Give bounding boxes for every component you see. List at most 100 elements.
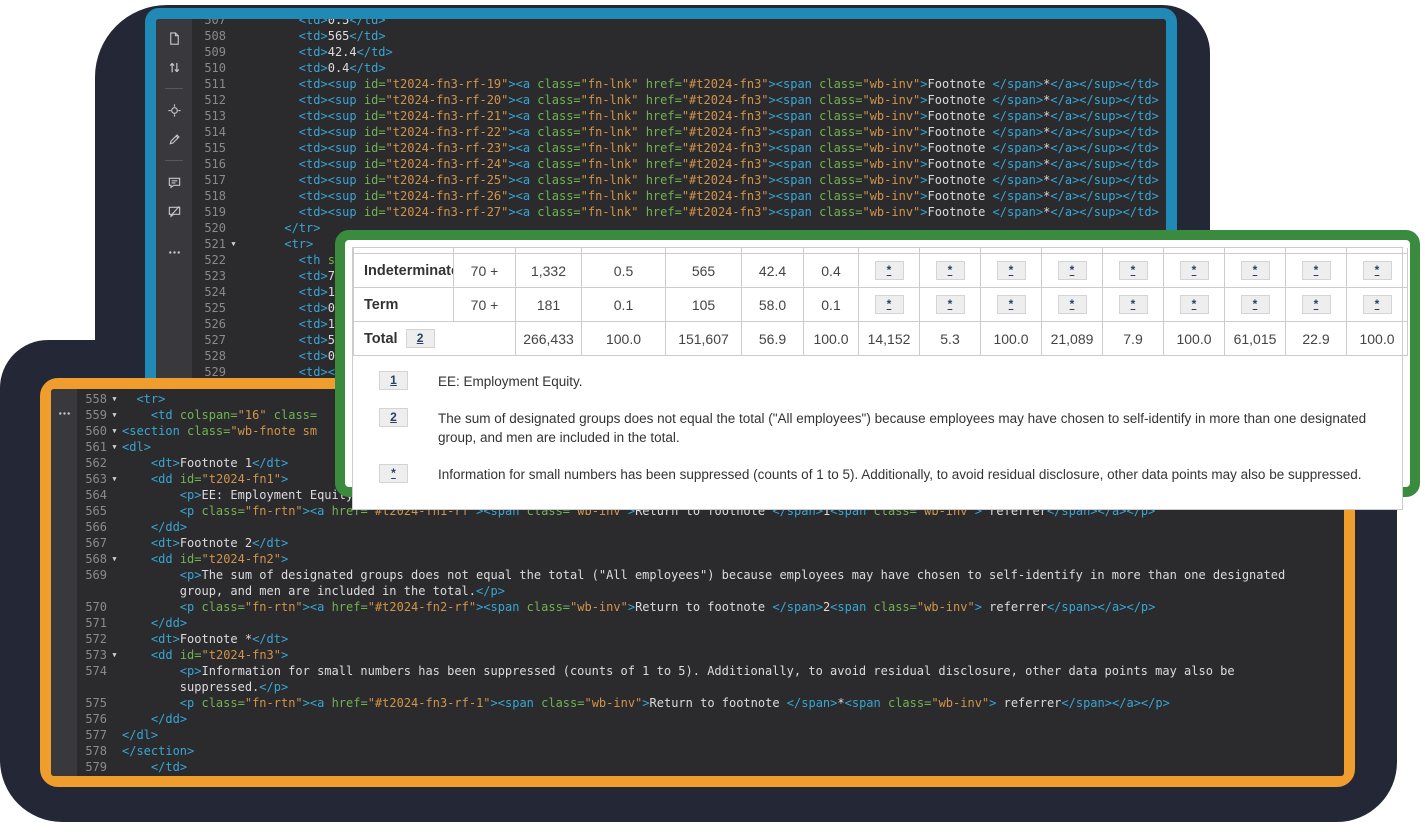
fold-spacer xyxy=(107,567,122,583)
line-number: 507 xyxy=(192,19,226,28)
sort-icon[interactable] xyxy=(164,57,184,77)
footnote-text: EE: Employment Equity. xyxy=(438,370,583,392)
code-line: 579 </td> xyxy=(77,759,1344,775)
fold-spacer xyxy=(226,188,241,204)
rendered-table-panel: Indeterminate70 +1,3320.556542.40.4*****… xyxy=(335,230,1420,497)
fold-spacer xyxy=(107,727,122,743)
footnote-asterisk-link[interactable]: * xyxy=(936,261,965,280)
code-text: <tr> xyxy=(122,391,165,407)
fold-spacer xyxy=(107,695,122,711)
fold-spacer xyxy=(107,615,122,631)
table-row: Term70 +1810.110558.00.1********* xyxy=(354,288,1408,322)
fold-spacer xyxy=(107,759,122,775)
comments-off-icon[interactable] xyxy=(164,201,184,221)
code-line: 567 <dt>Footnote 2</dt> xyxy=(77,535,1344,551)
fold-spacer xyxy=(226,204,241,220)
code-line: 575 <p class="fn-rtn"><a href="#t2024-fn… xyxy=(77,695,1344,711)
footnote-asterisk-link[interactable]: * xyxy=(1119,295,1148,314)
footnote-asterisk-link[interactable]: * xyxy=(875,261,904,280)
inspect-icon[interactable] xyxy=(164,100,184,120)
fold-arrow-icon[interactable]: ▼ xyxy=(107,391,122,407)
code-line: 576 </dd> xyxy=(77,711,1344,727)
line-number: 517 xyxy=(192,172,226,188)
more-icon[interactable] xyxy=(54,403,74,423)
footnote-asterisk-link[interactable]: * xyxy=(1302,295,1331,314)
code-text: <td><sup id="t2024-fn3-rf-23"><a class="… xyxy=(241,140,1159,156)
table-cell: 100.0 xyxy=(804,322,859,356)
file-icon[interactable] xyxy=(164,28,184,48)
code-text: <dl> xyxy=(122,439,151,455)
fold-spacer xyxy=(107,631,122,647)
footnote-asterisk-link[interactable]: * xyxy=(1363,261,1392,280)
code-text: <td>42.4</td> xyxy=(241,44,393,60)
code-line: 511 <td><sup id="t2024-fn3-rf-19"><a cla… xyxy=(192,76,1166,92)
footnote-asterisk-link[interactable]: * xyxy=(1241,261,1270,280)
table-cell: 565 xyxy=(666,254,742,288)
table-cell: 70 + xyxy=(454,288,516,322)
footnote-asterisk-link[interactable]: * xyxy=(1058,295,1087,314)
composite-screenshot: 507 <td>0.5</td>508 <td>565</td>509 <td>… xyxy=(0,0,1425,838)
fold-spacer xyxy=(226,300,241,316)
line-number: 569 xyxy=(77,567,107,583)
footnote-text: The sum of designated groups does not eq… xyxy=(438,407,1388,448)
footnote-asterisk-link[interactable]: * xyxy=(936,295,965,314)
code-line: 508 <td>565</td> xyxy=(192,28,1166,44)
fold-arrow-icon[interactable]: ▼ xyxy=(107,439,122,455)
row-header: Indeterminate xyxy=(354,254,454,288)
line-number: 511 xyxy=(192,76,226,92)
fold-spacer xyxy=(107,711,122,727)
fold-arrow-icon[interactable]: ▼ xyxy=(107,471,122,487)
fold-arrow-icon[interactable]: ▼ xyxy=(107,551,122,567)
footnote-asterisk-link[interactable]: * xyxy=(1058,261,1087,280)
comment-icon[interactable] xyxy=(164,172,184,192)
fold-arrow-icon[interactable]: ▼ xyxy=(226,236,241,252)
code-line: 516 <td><sup id="t2024-fn3-rf-24"><a cla… xyxy=(192,156,1166,172)
footnote-2-link[interactable]: 2 xyxy=(379,408,408,427)
editor-toolbar-top xyxy=(156,19,192,389)
code-text: <td><sup id="t2024-fn3-rf-24"><a class="… xyxy=(241,156,1159,172)
footnote-asterisk-link[interactable]: * xyxy=(379,464,408,483)
footnote-asterisk-link[interactable]: * xyxy=(997,261,1026,280)
code-text: <td>0.4</td> xyxy=(241,60,386,76)
line-number: 514 xyxy=(192,124,226,140)
fold-spacer xyxy=(107,743,122,759)
footnote-1-link[interactable]: 1 xyxy=(379,371,408,390)
fold-spacer xyxy=(107,455,122,471)
fold-spacer xyxy=(226,348,241,364)
line-number: 522 xyxy=(192,252,226,268)
fold-spacer xyxy=(226,284,241,300)
footnote-asterisk-link[interactable]: * xyxy=(1180,295,1209,314)
line-number xyxy=(77,679,107,695)
footnote-asterisk-link[interactable]: * xyxy=(1363,295,1392,314)
table-cell: 266,433 xyxy=(516,322,582,356)
code-line: 573▼ <dd id="t2024-fn3"> xyxy=(77,647,1344,663)
footnote-asterisk-link[interactable]: * xyxy=(997,295,1026,314)
footnote-asterisk-link[interactable]: * xyxy=(875,295,904,314)
code-text: </section> xyxy=(122,743,194,759)
code-line: 507 <td>0.5</td> xyxy=(192,19,1166,28)
footnote-asterisk-link[interactable]: * xyxy=(1241,295,1270,314)
table-cell: 58.0 xyxy=(742,288,804,322)
footnote-2-link[interactable]: 2 xyxy=(406,329,435,348)
code-text: <td>0.5</td> xyxy=(241,19,386,28)
fold-arrow-icon[interactable]: ▼ xyxy=(107,647,122,663)
line-number: 577 xyxy=(77,727,107,743)
row-header: Total2 xyxy=(354,322,516,356)
footnote-asterisk-link[interactable]: * xyxy=(1180,261,1209,280)
code-text: <td><sup id="t2024-fn3-rf-20"><a class="… xyxy=(241,92,1159,108)
more-icon[interactable] xyxy=(164,242,184,262)
footnote-asterisk-link[interactable]: * xyxy=(1119,261,1148,280)
edit-icon[interactable] xyxy=(164,129,184,149)
fold-arrow-icon[interactable]: ▼ xyxy=(107,407,122,423)
line-number: 515 xyxy=(192,140,226,156)
code-text: suppressed.</p> xyxy=(122,679,288,695)
code-line: 566 </dd> xyxy=(77,519,1344,535)
fold-spacer xyxy=(226,316,241,332)
table-cell: 70 + xyxy=(454,254,516,288)
code-text: <dd id="t2024-fn2"> xyxy=(122,551,288,567)
fold-spacer xyxy=(226,172,241,188)
fold-arrow-icon[interactable]: ▼ xyxy=(107,423,122,439)
line-number: 578 xyxy=(77,743,107,759)
fold-spacer xyxy=(226,140,241,156)
footnote-asterisk-link[interactable]: * xyxy=(1302,261,1331,280)
